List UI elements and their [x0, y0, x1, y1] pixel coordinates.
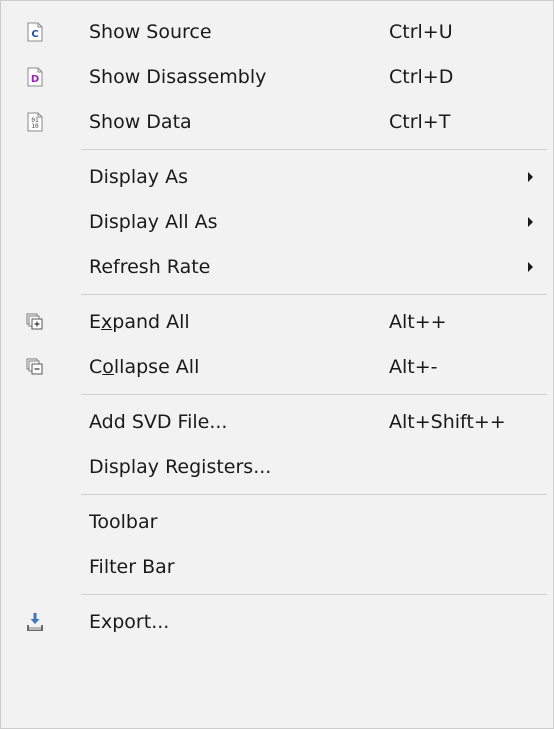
- menu-item-shortcut: Alt+Shift++: [389, 410, 506, 433]
- label-part: llapse All: [113, 355, 200, 378]
- menu-item-add-svd-file[interactable]: Add SVD File... Alt+Shift++: [1, 399, 553, 444]
- menu-item-collapse-all[interactable]: Collapse All Alt+-: [1, 344, 553, 389]
- menu-item-label: Display All As: [89, 210, 218, 233]
- menu-item-label: Export...: [89, 610, 170, 633]
- submenu-arrow-icon: [528, 216, 533, 227]
- collapse-all-icon: [25, 357, 45, 377]
- menu-item-label: Display Registers...: [89, 455, 272, 478]
- menu-item-show-source[interactable]: C Show Source Ctrl+U: [1, 9, 553, 54]
- menu-item-shortcut: Ctrl+D: [389, 65, 454, 88]
- menu-item-display-all-as[interactable]: Display All As: [1, 199, 553, 244]
- menu-item-toolbar[interactable]: Toolbar: [1, 499, 553, 544]
- menu-separator: [1, 589, 553, 599]
- menu-item-label: Collapse All: [89, 356, 199, 378]
- menu-item-refresh-rate[interactable]: Refresh Rate: [1, 244, 553, 289]
- svg-text:10: 10: [31, 123, 39, 130]
- menu-item-expand-all[interactable]: Expand All Alt++: [1, 299, 553, 344]
- menu-item-label: Display As: [89, 165, 188, 188]
- menu-item-shortcut: Ctrl+U: [389, 20, 453, 43]
- menu-item-show-disassembly[interactable]: D Show Disassembly Ctrl+D: [1, 54, 553, 99]
- menu-item-label: Toolbar: [89, 510, 158, 533]
- menu-item-shortcut: Alt++: [389, 310, 447, 333]
- expand-all-icon: [25, 312, 45, 332]
- label-part: pand All: [112, 310, 190, 333]
- menu-item-export[interactable]: Export...: [1, 599, 553, 644]
- data-binary-icon: 01 10: [25, 112, 45, 132]
- menu-item-label: Show Data: [89, 110, 192, 133]
- svg-text:C: C: [31, 29, 38, 40]
- menu-item-label: Expand All: [89, 311, 190, 333]
- source-c-icon: C: [25, 22, 45, 42]
- menu-item-shortcut: Alt+-: [389, 355, 438, 378]
- menu-item-label: Show Disassembly: [89, 65, 267, 88]
- context-menu: C Show Source Ctrl+U D Show Disassembly …: [0, 0, 554, 729]
- menu-separator: [1, 289, 553, 299]
- menu-separator: [1, 489, 553, 499]
- menu-item-display-as[interactable]: Display As: [1, 154, 553, 199]
- export-icon: [25, 612, 45, 632]
- menu-item-label: Show Source: [89, 20, 212, 43]
- mnemonic-letter: o: [102, 355, 114, 378]
- label-part: E: [89, 310, 102, 333]
- disassembly-d-icon: D: [25, 67, 45, 87]
- menu-item-label: Refresh Rate: [89, 255, 211, 278]
- menu-item-show-data[interactable]: 01 10 Show Data Ctrl+T: [1, 99, 553, 144]
- menu-separator: [1, 389, 553, 399]
- submenu-arrow-icon: [528, 171, 533, 182]
- menu-item-label: Filter Bar: [89, 555, 175, 578]
- menu-item-display-registers[interactable]: Display Registers...: [1, 444, 553, 489]
- menu-item-shortcut: Ctrl+T: [389, 110, 451, 133]
- menu-item-filter-bar[interactable]: Filter Bar: [1, 544, 553, 589]
- svg-text:D: D: [31, 74, 39, 85]
- submenu-arrow-icon: [528, 261, 533, 272]
- menu-separator: [1, 144, 553, 154]
- label-part: C: [89, 355, 103, 378]
- menu-item-label: Add SVD File...: [89, 410, 228, 433]
- mnemonic-letter: x: [101, 310, 113, 333]
